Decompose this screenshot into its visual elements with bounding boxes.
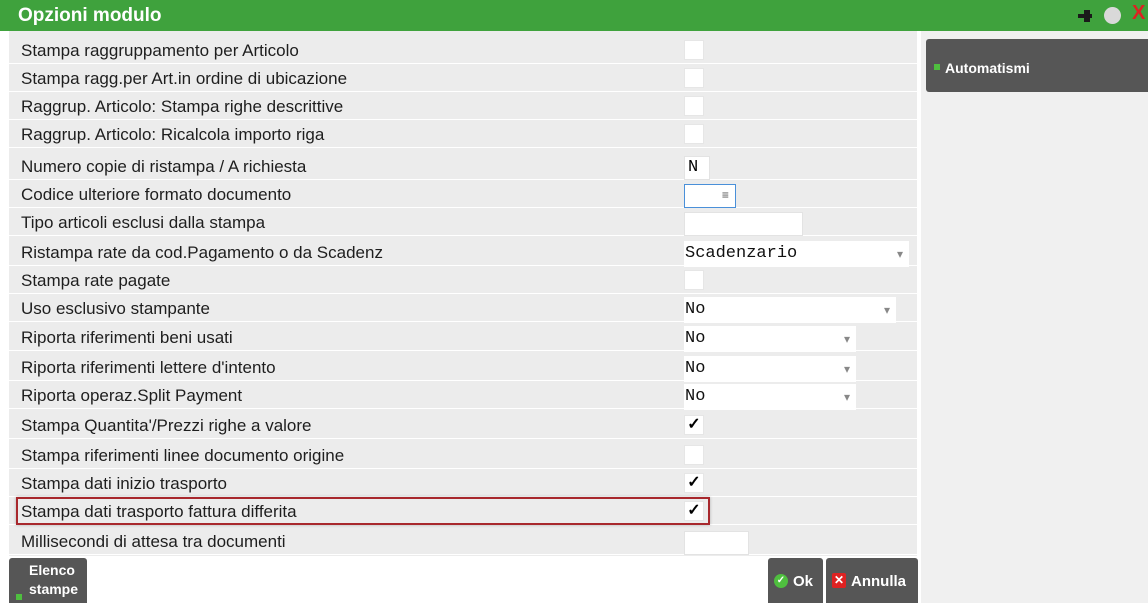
exclusive-printer-select[interactable]: No ▾ <box>684 297 896 323</box>
option-label: Uso esclusivo stampante <box>21 299 210 318</box>
milliseconds-input[interactable] <box>684 531 749 555</box>
copies-input[interactable]: N <box>684 156 710 180</box>
ok-label: Ok <box>793 573 814 590</box>
option-label: Riporta riferimenti beni usati <box>21 328 233 347</box>
chevron-down-icon: ▾ <box>843 363 850 377</box>
option-label: Stampa Quantita'/Prezzi righe a valore <box>21 416 312 435</box>
option-row: Ristampa rate da cod.Pagamento o da Scad… <box>9 240 917 267</box>
intent-letters-select[interactable]: No ▾ <box>684 356 856 382</box>
option-label: Stampa dati inizio trasporto <box>21 474 227 493</box>
used-goods-select[interactable]: No ▾ <box>684 326 856 352</box>
excluded-articles-input[interactable] <box>684 212 803 236</box>
option-checkbox[interactable]: ✓ <box>684 473 704 493</box>
option-label: Stampa rate pagate <box>21 271 171 290</box>
check-circle-icon: ✓ <box>774 574 788 588</box>
option-label: Codice ulteriore formato documento <box>21 185 292 204</box>
option-label: Stampa ragg.per Art.in ordine di ubicazi… <box>21 69 348 88</box>
option-row: Codice ulteriore formato documento ≡ <box>9 182 917 208</box>
option-row: Uso esclusivo stampante No ▾ <box>9 296 917 323</box>
option-row: Raggrup. Articolo: Stampa righe descritt… <box>9 94 917 120</box>
option-row: Riporta riferimenti lettere d'intento No… <box>9 355 917 382</box>
highlighted-row-frame <box>16 497 710 525</box>
chevron-down-icon: ▾ <box>896 248 903 262</box>
option-checkbox[interactable] <box>684 270 704 290</box>
cancel-x-icon: ✕ <box>832 573 846 588</box>
option-label: Stampa raggruppamento per Articolo <box>21 41 299 60</box>
window-title: Opzioni modulo <box>18 5 162 26</box>
option-checkbox[interactable]: ✓ <box>684 415 704 435</box>
title-bar: Opzioni modulo X <box>0 0 1148 31</box>
automatismi-label: Automatismi <box>945 60 1030 76</box>
option-label: Raggrup. Articolo: Stampa righe descritt… <box>21 97 344 116</box>
list-icon[interactable]: ≡ <box>722 185 729 207</box>
option-label: Riporta riferimenti lettere d'intento <box>21 358 276 377</box>
chevron-down-icon: ▾ <box>883 304 890 318</box>
chevron-down-icon: ▾ <box>843 391 850 405</box>
option-row: Stampa ragg.per Art.in ordine di ubicazi… <box>9 66 917 92</box>
side-panel <box>921 31 1148 603</box>
pin-icon[interactable] <box>1076 7 1094 25</box>
option-checkbox[interactable] <box>684 68 704 88</box>
elenco-label: Elenco stampe <box>29 561 78 599</box>
option-row: Stampa Quantita'/Prezzi righe a valore ✓ <box>9 413 917 439</box>
option-row: Raggrup. Articolo: Ricalcola importo rig… <box>9 122 917 148</box>
option-label: Millisecondi di attesa tra documenti <box>21 532 286 551</box>
automatismi-button[interactable]: Automatismi <box>926 39 1148 92</box>
option-row: Stampa riferimenti linee documento origi… <box>9 443 917 469</box>
elenco-stampe-button[interactable]: Elenco stampe <box>9 558 87 603</box>
option-label: Riporta operaz.Split Payment <box>21 386 243 405</box>
option-row: Stampa raggruppamento per Articolo <box>9 38 917 64</box>
option-label: Ristampa rate da cod.Pagamento o da Scad… <box>21 243 383 262</box>
split-payment-select[interactable]: No ▾ <box>684 384 856 410</box>
option-row: Tipo articoli esclusi dalla stampa <box>9 210 917 236</box>
option-row: Stampa dati inizio trasporto ✓ <box>9 471 917 497</box>
annulla-button[interactable]: ✕ Annulla <box>826 558 918 603</box>
option-label: Tipo articoli esclusi dalla stampa <box>21 213 266 232</box>
option-row: Numero copie di ristampa / A richiesta N <box>9 154 917 180</box>
annulla-label: Annulla <box>851 573 906 590</box>
option-row: Riporta riferimenti beni usati No ▾ <box>9 325 917 352</box>
option-checkbox[interactable] <box>684 445 704 465</box>
option-label: Numero copie di ristampa / A richiesta <box>21 157 307 176</box>
option-row: Millisecondi di attesa tra documenti <box>9 529 917 555</box>
status-dot-icon <box>16 594 22 600</box>
chevron-down-icon: ▾ <box>843 333 850 347</box>
option-row: Stampa rate pagate <box>9 268 917 294</box>
minimize-icon[interactable] <box>1104 7 1121 24</box>
option-row: Riporta operaz.Split Payment No ▾ <box>9 383 917 410</box>
elenco-line1: Elenco <box>29 562 75 578</box>
format-code-input[interactable]: ≡ <box>684 184 736 208</box>
option-checkbox[interactable] <box>684 40 704 60</box>
option-label: Stampa riferimenti linee documento origi… <box>21 446 345 465</box>
elenco-line2: stampe <box>29 581 79 597</box>
close-icon[interactable]: X <box>1132 2 1148 24</box>
option-label: Raggrup. Articolo: Ricalcola importo rig… <box>21 125 325 144</box>
ok-button[interactable]: ✓ Ok <box>768 558 823 603</box>
option-checkbox[interactable] <box>684 96 704 116</box>
option-checkbox[interactable] <box>684 124 704 144</box>
reprint-source-select[interactable]: Scadenzario ▾ <box>684 241 909 267</box>
status-dot-icon <box>934 64 940 70</box>
